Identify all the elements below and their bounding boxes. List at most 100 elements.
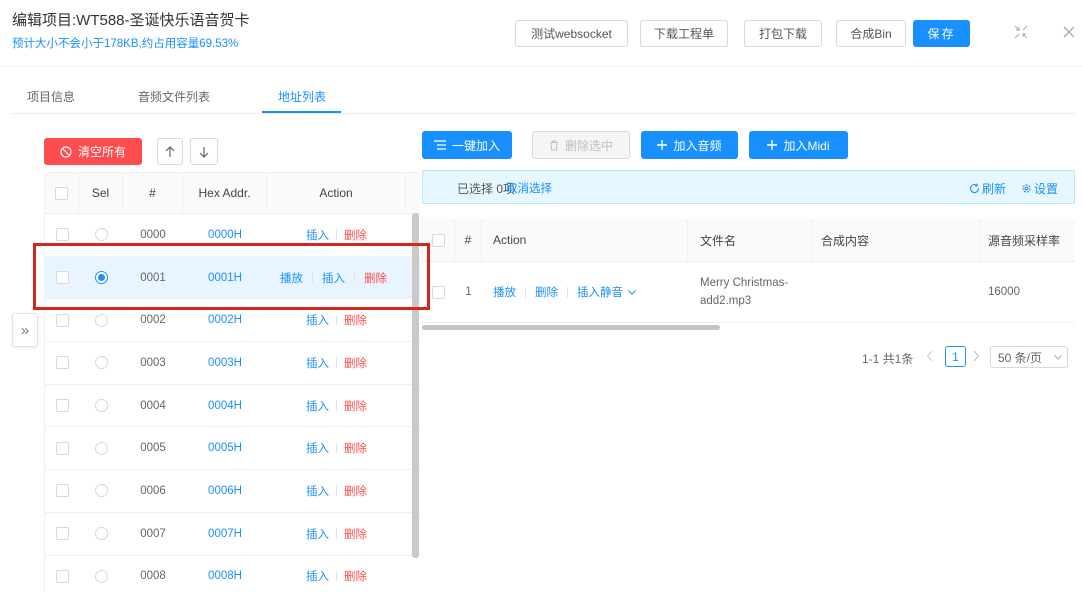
row-radio-cell	[79, 427, 123, 469]
row-select-radio[interactable]	[94, 484, 108, 498]
row-checkbox[interactable]	[55, 228, 69, 242]
package-download-button[interactable]: 打包下载	[744, 20, 822, 47]
row-actions: 播放 删除 插入静音	[482, 262, 688, 322]
audio-table-horizontal-scrollbar[interactable]	[422, 325, 720, 330]
compose-bin-button[interactable]: 合成Bin	[836, 20, 906, 47]
clear-all-button[interactable]: 清空所有	[44, 138, 142, 165]
select-all-checkbox[interactable]	[55, 186, 68, 200]
row-checkbox[interactable]	[55, 399, 69, 413]
add-midi-button[interactable]: 加入Midi	[749, 131, 848, 159]
row-hex-address[interactable]: 0008H	[183, 556, 267, 592]
action-separator	[336, 528, 337, 540]
row-hex-address[interactable]: 0007H	[183, 513, 267, 555]
delete-link[interactable]: 删除	[344, 355, 367, 371]
row-actions: 插入 删除	[267, 556, 406, 592]
action-separator	[336, 229, 337, 241]
row-checkbox[interactable]	[55, 441, 69, 455]
row-hex-address[interactable]: 0005H	[183, 427, 267, 469]
insert-silence-dropdown[interactable]: 插入静音	[577, 284, 636, 300]
column-header-action: Action	[267, 173, 406, 213]
settings-label: 设置	[1034, 182, 1059, 196]
select-all-checkbox[interactable]	[431, 233, 445, 247]
row-checkbox[interactable]	[55, 356, 69, 370]
row-select-radio[interactable]	[94, 527, 108, 541]
delete-link[interactable]: 删除	[344, 227, 367, 243]
add-all-button[interactable]: 一键加入	[422, 131, 512, 159]
tab-audio-file-list[interactable]: 音频文件列表	[138, 88, 210, 105]
row-checkbox[interactable]	[55, 484, 69, 498]
address-row[interactable]: 0007 0007H 插入 删除	[45, 513, 420, 556]
address-row[interactable]: 0005 0005H 插入 删除	[45, 427, 420, 471]
insert-link[interactable]: 插入	[306, 355, 329, 371]
clear-all-label: 清空所有	[77, 145, 126, 159]
close-icon[interactable]	[1063, 26, 1075, 38]
delete-link[interactable]: 删除	[344, 440, 367, 456]
chevron-down-icon	[1054, 354, 1062, 360]
delete-link[interactable]: 删除	[344, 568, 367, 584]
row-select-radio[interactable]	[94, 356, 108, 370]
test-websocket-button[interactable]: 测试websocket	[515, 20, 628, 47]
address-row[interactable]: 0004 0004H 插入 删除	[45, 385, 420, 428]
row-checkbox[interactable]	[55, 569, 69, 583]
row-hex-address[interactable]: 0003H	[183, 342, 267, 384]
row-checkbox[interactable]	[432, 285, 445, 299]
row-index: 0008	[140, 570, 166, 583]
row-checkbox[interactable]	[55, 313, 69, 327]
pagination-page-current[interactable]: 1	[945, 346, 966, 367]
move-up-button[interactable]	[157, 138, 183, 165]
row-actions: 插入 删除	[267, 385, 406, 427]
download-worksheet-button[interactable]: 下载工程单	[640, 20, 728, 47]
expand-panel-button[interactable]: »	[12, 313, 38, 347]
plus-icon	[657, 140, 668, 150]
page-size-select[interactable]: 50 条/页	[990, 346, 1068, 368]
address-row[interactable]: 0008 0008H 插入 删除	[45, 556, 420, 592]
row-select-radio[interactable]	[94, 313, 108, 327]
insert-link[interactable]: 插入	[306, 483, 329, 499]
row-checkbox[interactable]	[55, 527, 69, 541]
insert-link[interactable]: 插入	[306, 526, 329, 542]
row-actions: 插入 删除	[267, 513, 406, 555]
header-gutter	[406, 173, 420, 213]
row-select-radio[interactable]	[94, 569, 108, 583]
row-hex-address[interactable]: 0004H	[183, 385, 267, 427]
insert-link[interactable]: 插入	[306, 568, 329, 584]
insert-silence-label: 插入静音	[577, 287, 623, 299]
row-select-radio[interactable]	[94, 399, 108, 413]
delete-link[interactable]: 删除	[344, 483, 367, 499]
save-button[interactable]: 保存	[913, 20, 970, 47]
row-checkbox-cell	[45, 556, 79, 592]
settings-button[interactable]: 设置	[1021, 180, 1058, 197]
delete-selected-label: 删除选中	[564, 138, 613, 153]
insert-link[interactable]: 插入	[306, 398, 329, 414]
address-row[interactable]: 0006 0006H 插入 删除	[45, 470, 420, 513]
refresh-button[interactable]: 刷新	[969, 180, 1006, 197]
row-actions: 插入 删除	[267, 470, 406, 512]
address-row[interactable]: 0003 0003H 插入 删除	[45, 342, 420, 385]
move-down-button[interactable]	[190, 138, 218, 165]
row-select-radio[interactable]	[94, 441, 108, 455]
delete-selected-button[interactable]: 删除选中	[532, 131, 630, 159]
action-separator	[525, 286, 526, 298]
fullscreen-exit-icon[interactable]	[1014, 25, 1028, 39]
row-radio-cell	[79, 513, 123, 555]
play-link[interactable]: 播放	[493, 284, 516, 300]
tab-project-info[interactable]: 项目信息	[27, 88, 75, 105]
row-actions: 插入 删除	[267, 342, 406, 384]
tab-address-list[interactable]: 地址列表	[278, 88, 326, 105]
delete-link[interactable]: 删除	[535, 284, 558, 300]
insert-link[interactable]: 插入	[306, 312, 329, 328]
delete-link[interactable]: 删除	[344, 312, 367, 328]
row-select-radio[interactable]	[94, 228, 108, 242]
chevron-right-icon[interactable]	[972, 350, 980, 362]
delete-link[interactable]: 删除	[344, 526, 367, 542]
audio-row[interactable]: 1 播放 删除 插入静音 Merry Christmas-add2.mp3 1600…	[422, 262, 1075, 323]
add-audio-button[interactable]: 加入音频	[641, 131, 738, 159]
insert-link[interactable]: 插入	[306, 227, 329, 243]
row-composed-content	[813, 262, 980, 322]
delete-link[interactable]: 删除	[344, 398, 367, 414]
chevron-left-icon[interactable]	[926, 350, 934, 362]
clear-selection-link[interactable]: 取消选择	[506, 180, 552, 196]
row-hex-address[interactable]: 0006H	[183, 470, 267, 512]
header-divider	[0, 66, 1082, 67]
insert-link[interactable]: 插入	[306, 440, 329, 456]
